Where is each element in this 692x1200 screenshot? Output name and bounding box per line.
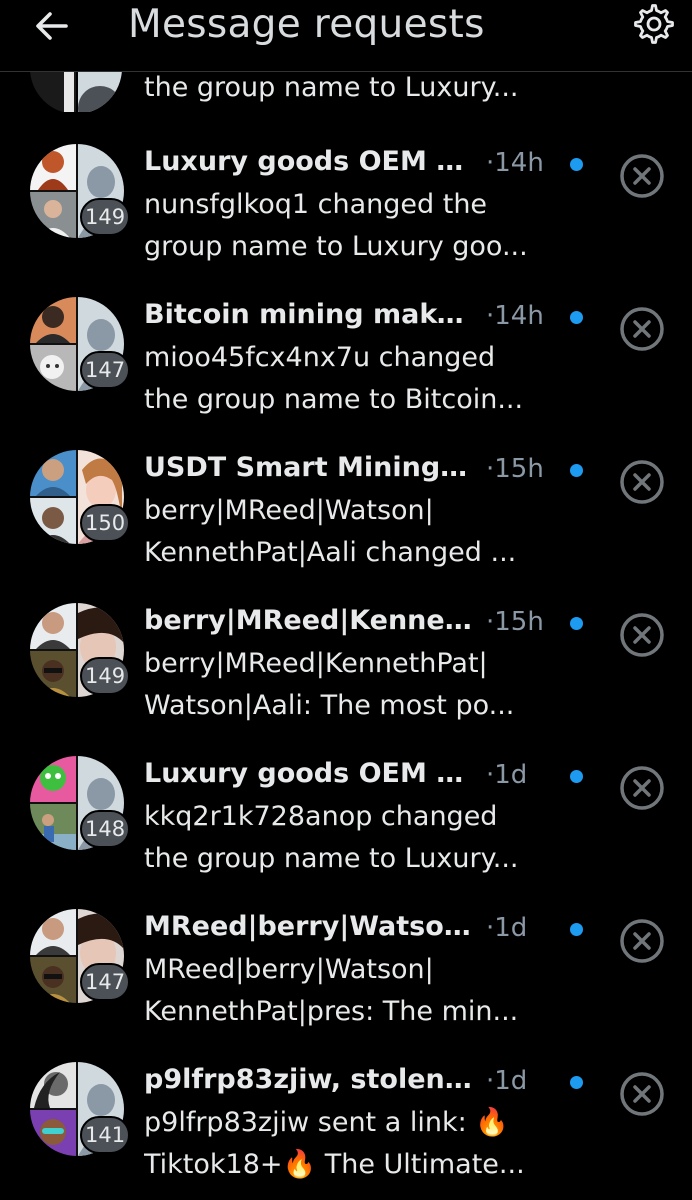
settings-button[interactable] — [634, 4, 674, 44]
timestamp: ·1d — [486, 1066, 528, 1096]
unread-dot — [570, 158, 583, 171]
unread-dot — [570, 464, 583, 477]
close-circle-icon — [620, 919, 664, 963]
dismiss-request-button[interactable] — [618, 917, 666, 965]
preview-line: the group name to Luxury... — [144, 843, 519, 874]
unread-dot — [570, 617, 583, 630]
timestamp: ·15h — [486, 607, 544, 637]
message-preview: kkq2r1k728anop changed the group name to… — [144, 796, 554, 880]
unread-dot — [570, 770, 583, 783]
close-circle-icon — [620, 460, 664, 504]
unread-dot — [570, 311, 583, 324]
message-requests-list: the group name to Luxury... 149 Luxury g… — [0, 0, 692, 1200]
preview-line: mioo45fcx4nx7u changed — [144, 342, 496, 373]
conversation-name: p9lfrp83zjiw, stolenm... — [144, 1064, 474, 1095]
close-circle-icon — [620, 613, 664, 657]
close-circle-icon — [620, 154, 664, 198]
member-count-badge: 149 — [80, 657, 131, 695]
preview-line: the group name to Bitcoin... — [144, 384, 524, 415]
member-count-badge: 141 — [80, 1116, 131, 1154]
preview-line: KennethPat|Aali changed ... — [144, 537, 517, 568]
timestamp: ·15h — [486, 454, 544, 484]
timestamp: ·14h — [486, 301, 544, 331]
message-preview: mioo45fcx4nx7u changed the group name to… — [144, 337, 554, 421]
list-item[interactable]: 141 p9lfrp83zjiw, stolenm... ·1d p9lfrp8… — [0, 1062, 692, 1200]
message-preview: nunsfglkoq1 changed the group name to Lu… — [144, 184, 554, 268]
unread-dot — [570, 923, 583, 936]
dismiss-request-button[interactable] — [618, 764, 666, 812]
message-preview: p9lfrp83zjiw sent a link: 🔥 Tiktok18+🔥 T… — [144, 1102, 554, 1186]
conversation-name: Luxury goods OEM fa... — [144, 146, 474, 177]
message-preview: berry|MReed|Watson| KennethPat|Aali chan… — [144, 490, 554, 574]
message-preview: MReed|berry|Watson| KennethPat|pres: The… — [144, 949, 554, 1033]
unread-dot — [570, 1076, 583, 1089]
preview-line: p9lfrp83zjiw sent a link: 🔥 — [144, 1107, 509, 1138]
member-count-badge: 147 — [80, 963, 131, 1001]
message-preview: the group name to Luxury... — [144, 72, 519, 103]
list-item[interactable]: 147 Bitcoin mining make... ·14h mioo45fc… — [0, 297, 692, 450]
close-circle-icon — [620, 307, 664, 351]
member-count-badge: 147 — [80, 351, 131, 389]
group-avatar — [30, 72, 122, 112]
list-item[interactable]: 148 Luxury goods OEM fac... ·1d kkq2r1k7… — [0, 756, 692, 909]
dismiss-request-button[interactable] — [618, 305, 666, 353]
preview-line: nunsfglkoq1 changed the — [144, 189, 488, 220]
conversation-name: MReed|berry|Watson|... — [144, 911, 474, 942]
preview-line: Tiktok18+🔥 The Ultimate... — [144, 1149, 525, 1180]
dismiss-request-button[interactable] — [618, 152, 666, 200]
preview-line: Watson|Aali: The most po... — [144, 690, 515, 721]
list-item[interactable]: 149 Luxury goods OEM fa... ·14h nunsfglk… — [0, 144, 692, 297]
message-preview: berry|MReed|KennethPat| Watson|Aali: The… — [144, 643, 554, 727]
list-item[interactable]: 149 berry|MReed|Kennet... ·15h berry|MRe… — [0, 603, 692, 756]
gear-icon — [634, 4, 674, 44]
list-item[interactable]: 147 MReed|berry|Watson|... ·1d MReed|ber… — [0, 909, 692, 1062]
list-item[interactable]: the group name to Luxury... — [0, 72, 692, 112]
member-count-badge: 150 — [80, 504, 131, 542]
arrow-left-icon — [36, 12, 68, 40]
conversation-name: Bitcoin mining make... — [144, 299, 474, 330]
top-app-bar: Message requests — [0, 0, 692, 72]
preview-line: kkq2r1k728anop changed — [144, 801, 498, 832]
conversation-name: USDT Smart Mining ... — [144, 452, 474, 483]
back-button[interactable] — [30, 4, 74, 48]
dismiss-request-button[interactable] — [618, 1070, 666, 1118]
preview-line: group name to Luxury goo... — [144, 231, 528, 262]
preview-line: KennethPat|pres: The min... — [144, 996, 519, 1027]
preview-line: MReed|berry|Watson| — [144, 954, 434, 985]
dismiss-request-button[interactable] — [618, 458, 666, 506]
conversation-name: berry|MReed|Kennet... — [144, 605, 474, 636]
preview-line: berry|MReed|Watson| — [144, 495, 434, 526]
timestamp: ·14h — [486, 148, 544, 178]
list-item[interactable]: 150 USDT Smart Mining ... ·15h berry|MRe… — [0, 450, 692, 603]
timestamp: ·1d — [486, 913, 528, 943]
preview-line: berry|MReed|KennethPat| — [144, 648, 488, 679]
close-circle-icon — [620, 1072, 664, 1116]
member-count-badge: 149 — [80, 198, 131, 236]
dismiss-request-button[interactable] — [618, 611, 666, 659]
page-title: Message requests — [128, 2, 485, 47]
timestamp: ·1d — [486, 760, 528, 790]
close-circle-icon — [620, 766, 664, 810]
member-count-badge: 148 — [80, 810, 131, 848]
conversation-name: Luxury goods OEM fac... — [144, 758, 474, 789]
